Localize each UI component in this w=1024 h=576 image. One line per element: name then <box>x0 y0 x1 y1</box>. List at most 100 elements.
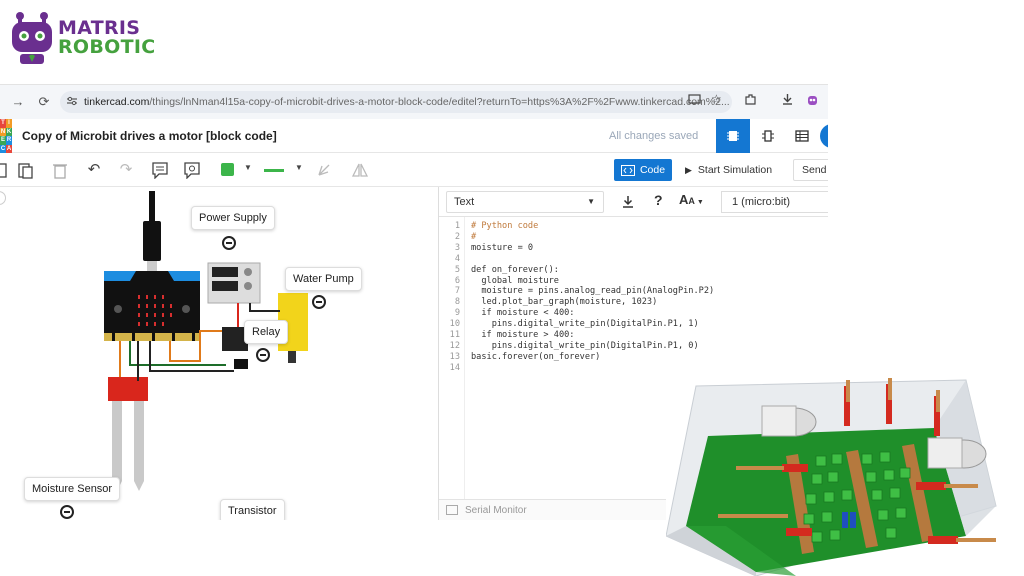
code-button[interactable]: Code <box>614 159 672 181</box>
download-icon[interactable] <box>781 93 794 106</box>
profile-extension-icon[interactable] <box>806 93 819 107</box>
start-simulation-button[interactable]: ▶ Start Simulation <box>679 159 778 181</box>
color-swatch[interactable] <box>221 163 234 176</box>
code-panel-header: Text ▼ ? AA ▼ 1 (micro:bit) <box>439 187 828 217</box>
save-status: All changes saved <box>609 130 699 142</box>
logo-letter: K <box>6 127 12 136</box>
usb-cable <box>149 191 155 221</box>
code-button-label: Code <box>639 164 666 176</box>
line-number: 1 <box>454 221 460 231</box>
copy-icon[interactable] <box>0 161 12 179</box>
logo-letter: A <box>6 144 12 153</box>
list-icon <box>795 130 809 142</box>
chevron-down-icon[interactable]: ▼ <box>295 163 303 172</box>
greenhouse-3d-render <box>666 376 1024 576</box>
code-mode-select[interactable]: Text ▼ <box>446 191 604 213</box>
code-line: pins.digital_write_pin(DigitalPin.P1, 0) <box>471 340 699 351</box>
schematic-view-button[interactable] <box>751 119 785 153</box>
circuit-workspace[interactable]: Power Supply Water Pump Relay Moisture S… <box>0 187 438 520</box>
code-line: global moisture <box>471 275 559 286</box>
user-avatar[interactable] <box>820 124 828 148</box>
logo-wordmark: MATRIS ROBOTIC <box>58 19 156 57</box>
moisture-sensor[interactable] <box>108 377 148 401</box>
line-number: 11 <box>449 330 460 340</box>
wire-style-swatch[interactable] <box>264 169 284 172</box>
code-line: # <box>471 231 477 242</box>
chevron-down-icon[interactable]: ▼ <box>244 163 252 172</box>
font-size-icon[interactable]: AA ▼ <box>679 192 704 207</box>
delete-icon[interactable] <box>50 161 70 179</box>
circuit-view-button[interactable] <box>716 119 750 153</box>
toggle-notes-icon[interactable] <box>182 161 202 179</box>
line-number: 3 <box>454 242 460 253</box>
paste-icon[interactable] <box>16 161 36 179</box>
edit-toolbar: ↶ ↷ ▼ ▼ Code ▶ Start Simulation Send <box>0 153 828 187</box>
line-number: 6 <box>454 275 460 286</box>
line-number: 4 <box>454 253 460 264</box>
bookmark-star-icon[interactable]: ☆ <box>711 92 722 106</box>
start-simulation-label: Start Simulation <box>697 164 773 176</box>
reload-icon[interactable]: ⟳ <box>34 94 54 110</box>
logo-line-2: ROBOTIC <box>58 36 156 58</box>
line-number: 8 <box>454 297 460 308</box>
code-line: pins.digital_write_pin(DigitalPin.P1, 1) <box>471 319 699 330</box>
code-editor-icon <box>620 164 635 176</box>
tinkercad-logo[interactable]: T I N K E R C A <box>0 119 12 153</box>
logo-letter: R <box>6 136 12 145</box>
play-icon: ▶ <box>685 164 692 175</box>
code-line: # Python code <box>471 221 539 231</box>
code-line: if moisture > 400: <box>471 330 575 340</box>
line-number: 13 <box>449 351 460 362</box>
rotate-icon[interactable] <box>315 161 335 179</box>
matris-robotic-logo: MATRIS ROBOTIC <box>10 10 156 66</box>
redo-icon[interactable]: ↷ <box>116 161 136 179</box>
cast-icon[interactable] <box>688 93 701 106</box>
code-line: led.plot_bar_graph(moisture, 1023) <box>471 297 658 308</box>
callout-relay: Relay <box>244 320 289 344</box>
remove-label-icon[interactable] <box>256 348 270 362</box>
line-number-gutter: 1 2 3 4 5 6 7 8 9 10 11 12 13 14 <box>439 217 465 499</box>
code-line: moisture = 0 <box>471 242 534 253</box>
extensions-icon[interactable] <box>744 93 757 106</box>
notes-icon[interactable] <box>150 161 170 179</box>
callout-transistor: Transistor <box>220 499 285 520</box>
serial-monitor-icon <box>446 505 458 515</box>
project-title[interactable]: Copy of Microbit drives a motor [block c… <box>22 129 277 143</box>
callout-power-supply: Power Supply <box>191 206 275 230</box>
browser-url-bar: → ⟳ tinkercad.com/things/lnNman4l15a-cop… <box>0 85 828 119</box>
device-select[interactable]: 1 (micro:bit) <box>721 191 828 213</box>
component-list-button[interactable] <box>785 119 819 153</box>
circuit-chip-icon <box>727 131 739 141</box>
remove-label-icon[interactable] <box>312 295 326 309</box>
send-button[interactable]: Send <box>793 159 828 181</box>
callout-water-pump: Water Pump <box>285 267 362 291</box>
code-line: def on_forever(): <box>471 264 559 275</box>
serial-monitor-label: Serial Monitor <box>465 505 527 516</box>
code-line: basic.forever(on_forever) <box>471 351 601 362</box>
line-number: 2 <box>454 231 460 242</box>
flip-icon[interactable] <box>350 161 370 179</box>
tinkercad-titlebar: T I N K E R C A Copy of Microbit drives … <box>0 119 828 153</box>
callout-moisture-sensor: Moisture Sensor <box>24 477 121 501</box>
usb-plug[interactable] <box>143 221 161 261</box>
chevron-down-icon: ▼ <box>587 197 595 206</box>
line-number: 7 <box>454 286 460 297</box>
logo-letter: I <box>6 119 12 128</box>
code-line: if moisture < 400: <box>471 308 575 319</box>
line-number: 9 <box>454 308 460 319</box>
circuit-diagram <box>104 191 308 491</box>
help-icon[interactable]: ? <box>654 192 663 208</box>
transistor[interactable] <box>234 359 248 369</box>
site-settings-icon[interactable] <box>66 95 78 107</box>
undo-icon[interactable]: ↶ <box>84 161 104 179</box>
robot-mascot-icon <box>12 12 52 64</box>
schematic-icon <box>762 130 774 142</box>
address-field[interactable]: tinkercad.com/things/lnNman4l15a-copy-of… <box>60 91 732 113</box>
code-mode-value: Text <box>454 196 475 208</box>
remove-label-icon[interactable] <box>60 505 74 519</box>
remove-label-icon[interactable] <box>222 236 236 250</box>
download-code-icon[interactable] <box>621 195 635 209</box>
url-path: /things/lnNman4l15a-copy-of-microbit-dri… <box>149 96 730 108</box>
url-host: tinkercad.com <box>84 96 150 108</box>
forward-icon[interactable]: → <box>8 94 28 109</box>
